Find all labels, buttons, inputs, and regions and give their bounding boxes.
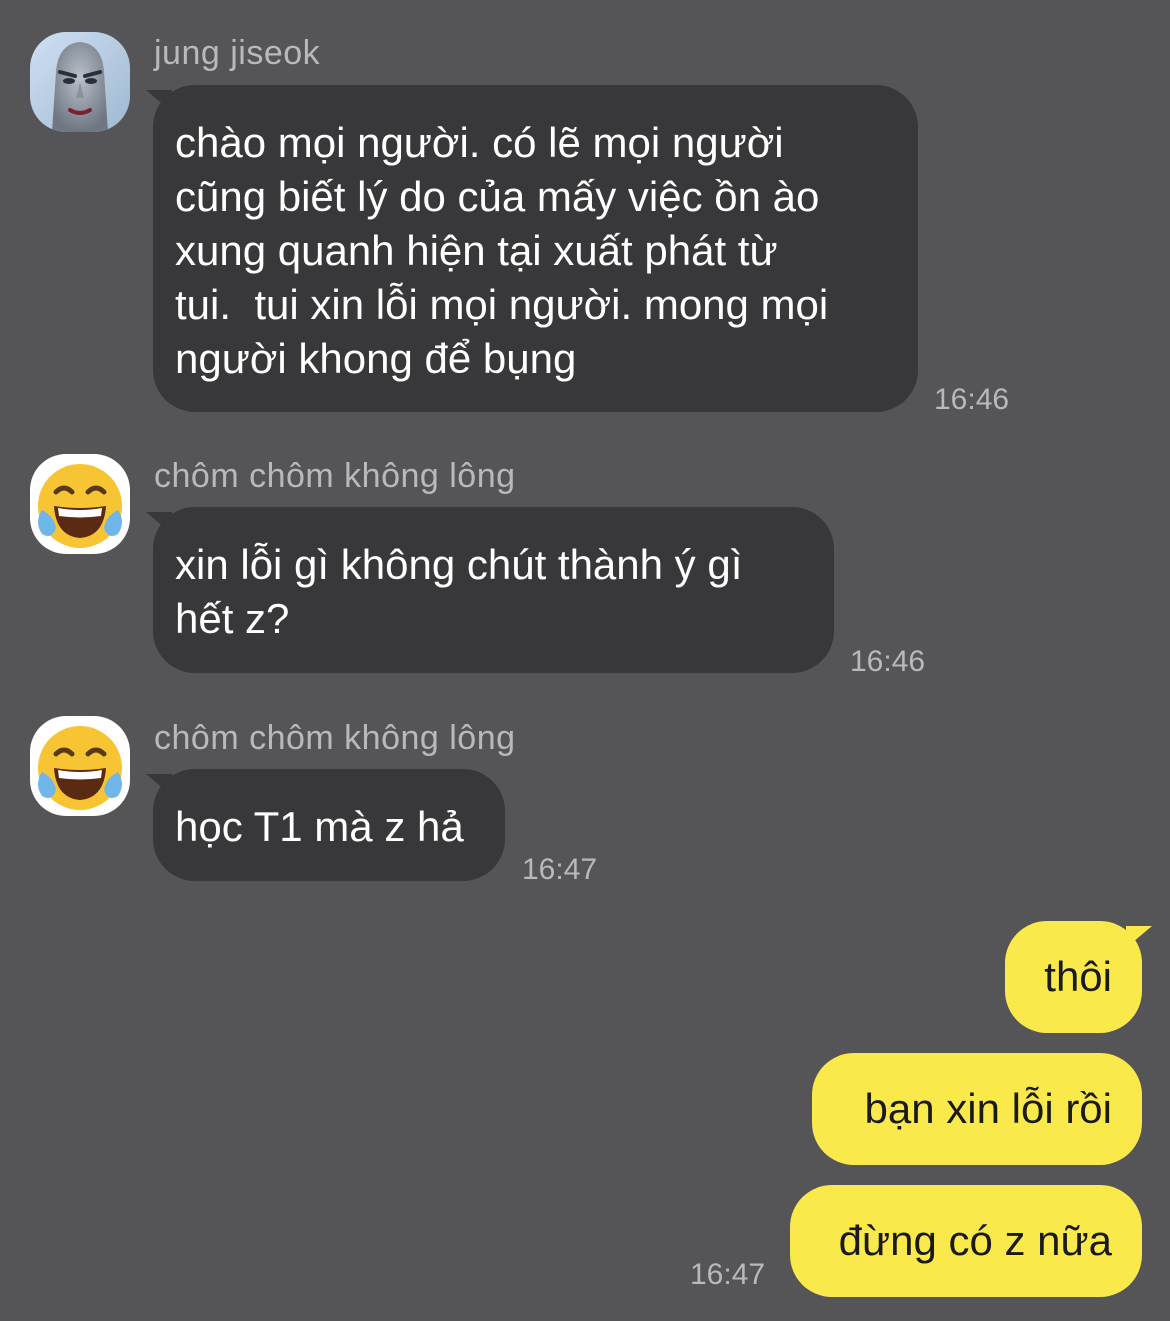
message-timestamp: 16:47 <box>690 1258 766 1291</box>
tears-of-joy-emoji-icon <box>38 464 122 548</box>
outgoing-message-bubble[interactable]: bạn xin lỗi rồi <box>812 1053 1142 1165</box>
message-timestamp: 16:46 <box>850 645 926 678</box>
outgoing-message-bubble[interactable]: thôi <box>1005 921 1142 1033</box>
message-timestamp: 16:46 <box>934 383 1010 416</box>
avatar-chom-chom[interactable] <box>30 454 130 554</box>
avatar-chom-chom[interactable] <box>30 716 130 816</box>
grey-face-photo-avatar <box>30 32 130 132</box>
message-bubble[interactable]: chào mọi người. có lẽ mọi người cũng biế… <box>153 85 918 412</box>
message-bubble[interactable]: xin lỗi gì không chút thành ý gì hết z? <box>153 507 834 673</box>
outgoing-message-bubble[interactable]: đừng có z nữa <box>790 1185 1142 1297</box>
avatar-jung-jiseok[interactable] <box>30 32 130 132</box>
sender-name: chôm chôm không lông <box>154 719 516 757</box>
tears-of-joy-emoji-icon <box>38 726 122 810</box>
sender-name: chôm chôm không lông <box>154 457 516 495</box>
sender-name: jung jiseok <box>154 34 321 72</box>
message-bubble[interactable]: học T1 mà z hả <box>153 769 505 881</box>
message-timestamp: 16:47 <box>522 853 598 886</box>
